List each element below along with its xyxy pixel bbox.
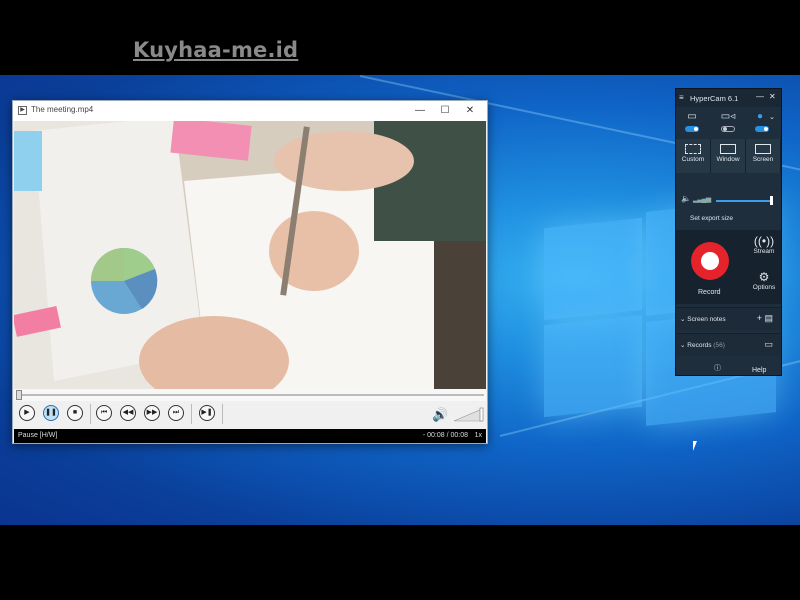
audio-volume-slider[interactable] — [716, 200, 772, 202]
options-label: Options — [752, 284, 776, 291]
seek-bar[interactable] — [14, 389, 486, 401]
controls-divider — [191, 404, 192, 424]
mode-window[interactable]: Window — [711, 139, 746, 173]
player-app-icon: ▶ — [18, 106, 27, 115]
monitor-icon: ▭ — [687, 111, 697, 122]
help-label: Help ⓘ — [714, 365, 767, 374]
play-button[interactable]: ▶ — [19, 405, 35, 421]
custom-area-icon — [685, 144, 701, 154]
gear-icon: ⚙ — [758, 270, 770, 284]
record-label: Record — [698, 289, 721, 296]
stop-button[interactable]: ■ — [67, 405, 83, 421]
bottom-black-bar — [0, 525, 800, 600]
screen-icon — [755, 144, 771, 154]
audio-bars-icon: ▂▃▄▅ — [693, 196, 711, 203]
watermark-text: Kuyhaa-me.id — [133, 38, 299, 62]
player-controls: ▶ ❚❚ ■ ⏮ ◀◀ ▶▶ ⏭ ▶❚ 🔊 — [14, 401, 486, 427]
menu-icon[interactable]: ≡ — [679, 93, 684, 102]
minimize-button[interactable]: — — [756, 92, 764, 101]
record-icon — [701, 252, 719, 270]
help-button[interactable]: Help ⓘ — [676, 359, 781, 375]
mode-custom-label: Custom — [681, 156, 705, 163]
close-button[interactable]: ✕ — [769, 92, 776, 101]
webcam-toggle[interactable] — [721, 126, 735, 132]
player-status-bar: Pause [H/W] - 00:08 / 00:08 1x — [14, 429, 486, 443]
mode-screen[interactable]: Screen — [746, 139, 781, 173]
screen-notes-row[interactable]: ⌄ Screen notes + ▤ — [676, 307, 781, 330]
record-area: Record ((•)) Stream ⚙ Options — [676, 230, 781, 304]
screen-notes-label: ⌄ Screen notes — [680, 316, 726, 323]
frame-step-button[interactable]: ▶❚ — [199, 405, 215, 421]
window-icon — [720, 144, 736, 154]
seek-track — [16, 394, 484, 396]
stream-button[interactable]: ((•)) Stream — [748, 234, 780, 255]
maximize-button[interactable]: ☐ — [434, 103, 456, 119]
mode-custom[interactable]: Custom — [676, 139, 711, 173]
volume-slider[interactable] — [454, 406, 484, 422]
previous-button[interactable]: ⏮ — [96, 405, 112, 421]
microphone-toggle[interactable] — [755, 126, 769, 132]
mode-screen-label: Screen — [752, 156, 774, 163]
add-note-icon[interactable]: + ▤ — [757, 313, 773, 324]
export-size-selector[interactable]: Set export size — [676, 210, 781, 228]
audio-volume-knob[interactable] — [770, 196, 773, 205]
video-image — [14, 121, 486, 389]
speaker-icon[interactable]: 🔈 — [681, 194, 691, 203]
controls-divider — [222, 404, 223, 424]
video-frame[interactable] — [14, 121, 486, 389]
player-title-bar[interactable]: ▶ The meeting.mp4 — ☐ ✕ — [13, 101, 487, 121]
record-button[interactable] — [691, 242, 729, 280]
options-button[interactable]: ⚙ Options — [748, 270, 780, 291]
hypercam-title-bar[interactable]: ≡ HyperCam 6.1 — ✕ — [676, 89, 781, 107]
next-button[interactable]: ⏭ — [168, 405, 184, 421]
controls-divider — [90, 404, 91, 424]
webcam-icon: ▭◃ — [720, 111, 736, 122]
playback-time: - 00:08 / 00:08 — [422, 432, 468, 439]
media-player-window: ▶ The meeting.mp4 — ☐ ✕ ▶ ❚❚ ■ ⏮ ◀◀ ▶▶ ⏭… — [12, 100, 488, 444]
pause-button[interactable]: ❚❚ — [43, 405, 59, 421]
stream-label: Stream — [753, 248, 775, 255]
player-title: The meeting.mp4 — [31, 105, 94, 114]
rewind-button[interactable]: ◀◀ — [120, 405, 136, 421]
hypercam-panel: ≡ HyperCam 6.1 — ✕ ▭ ▭◃ ● ⌄ Custom Windo… — [675, 88, 782, 376]
minimize-button[interactable]: — — [409, 103, 431, 119]
forward-button[interactable]: ▶▶ — [144, 405, 160, 421]
records-label: ⌄ Records (56) — [680, 342, 725, 349]
chevron-down-icon[interactable]: ⌄ — [762, 113, 782, 121]
close-button[interactable]: ✕ — [459, 103, 481, 119]
playback-speed[interactable]: 1x — [475, 432, 482, 439]
folder-icon[interactable]: ▭ — [764, 339, 773, 350]
capture-mode-row: Custom Window Screen — [676, 139, 781, 173]
top-black-bar: Kuyhaa-me.id — [0, 0, 800, 75]
audio-level-row: 🔈 ▂▃▄▅ — [676, 190, 781, 210]
seek-thumb[interactable] — [16, 390, 22, 400]
mouse-cursor-icon — [693, 441, 701, 451]
export-size-label: Set export size — [690, 215, 733, 222]
volume-icon[interactable]: 🔊 — [432, 407, 448, 423]
mode-window-label: Window — [716, 156, 740, 163]
stream-icon: ((•)) — [753, 234, 775, 248]
hypercam-title: HyperCam 6.1 — [690, 94, 739, 103]
screen-toggle[interactable] — [685, 126, 699, 132]
playback-status: Pause [H/W] — [18, 432, 58, 439]
source-toggles: ▭ ▭◃ ● ⌄ — [676, 107, 781, 137]
records-row[interactable]: ⌄ Records (56) ▭ — [676, 333, 781, 356]
